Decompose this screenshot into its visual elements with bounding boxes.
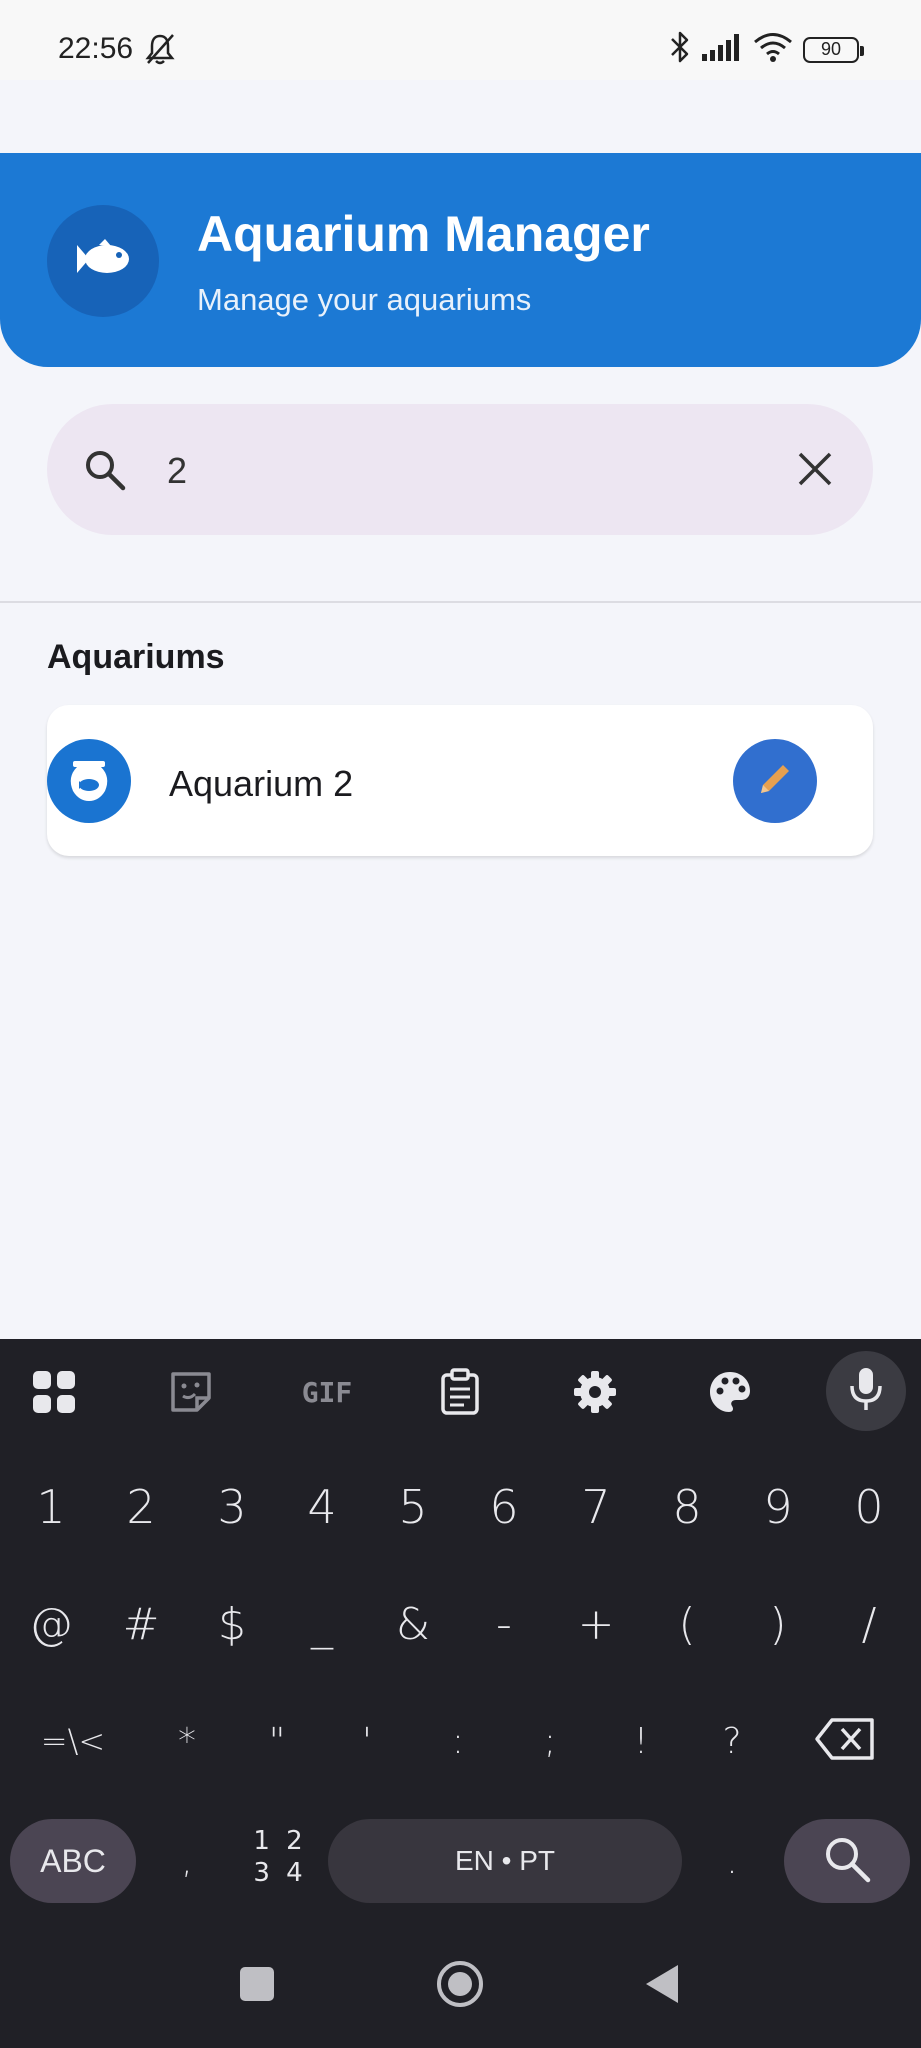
keyboard-row-bottom: ABC , 1 2 3 4 EN • PT . xyxy=(0,1819,921,1903)
key-single-quote[interactable]: ' xyxy=(322,1689,412,1793)
settings-icon[interactable] xyxy=(567,1364,623,1420)
key-slash[interactable]: / xyxy=(824,1572,914,1676)
numpad-key[interactable]: 1 2 3 4 xyxy=(240,1825,320,1897)
header-avatar xyxy=(47,205,159,317)
key-semicolon[interactable]: ; xyxy=(505,1689,595,1793)
key-minus[interactable]: - xyxy=(459,1572,549,1676)
key-plus[interactable]: + xyxy=(551,1572,641,1676)
divider xyxy=(0,601,921,603)
search-input[interactable]: 2 xyxy=(167,450,187,492)
clipboard-icon[interactable] xyxy=(432,1364,488,1420)
bell-off-icon xyxy=(145,33,175,70)
edit-button[interactable] xyxy=(733,739,817,823)
mic-button[interactable] xyxy=(826,1351,906,1431)
key-paren-open[interactable]: ( xyxy=(642,1572,732,1676)
back-icon[interactable] xyxy=(644,1963,680,2005)
key-9[interactable]: 9 xyxy=(733,1455,823,1559)
apps-icon[interactable] xyxy=(26,1364,82,1420)
status-bar: 22:56 90 xyxy=(0,0,921,80)
app-header: Aquarium Manager Manage your aquariums xyxy=(0,153,921,367)
battery-level: 90 xyxy=(820,39,842,59)
key-2[interactable]: 2 xyxy=(96,1455,186,1559)
key-asterisk[interactable]: * xyxy=(142,1689,232,1793)
key-underscore[interactable]: _ xyxy=(277,1572,367,1676)
numpad-key-bottom: 3 4 xyxy=(253,1858,307,1888)
page-title: Aquarium Manager xyxy=(197,206,650,262)
nav-bar xyxy=(0,1939,921,2048)
fish-icon xyxy=(73,237,133,286)
numpad-key-top: 1 2 xyxy=(253,1826,307,1856)
key-8[interactable]: 8 xyxy=(642,1455,732,1559)
key-6[interactable]: 6 xyxy=(459,1455,549,1559)
key-1[interactable]: 1 xyxy=(6,1455,96,1559)
home-icon[interactable] xyxy=(436,1960,484,2008)
key-colon[interactable]: : xyxy=(413,1689,503,1793)
search-bar[interactable]: 2 xyxy=(47,404,873,535)
gif-label: GIF xyxy=(301,1375,353,1409)
key-ampersand[interactable]: & xyxy=(368,1572,458,1676)
key-paren-close[interactable]: ) xyxy=(733,1572,823,1676)
sticker-icon[interactable] xyxy=(163,1364,219,1420)
keyboard-toolbar: GIF xyxy=(0,1339,921,1443)
keyboard-row-symbols-1: @ # $ _ & - + ( ) / xyxy=(0,1572,921,1676)
page-subtitle: Manage your aquariums xyxy=(197,282,532,317)
wifi-icon xyxy=(753,31,793,68)
list-item-label: Aquarium 2 xyxy=(169,763,354,804)
key-7[interactable]: 7 xyxy=(551,1455,641,1559)
backspace-icon xyxy=(814,1717,876,1765)
battery-icon: 90 xyxy=(803,36,864,63)
key-dollar[interactable]: $ xyxy=(187,1572,277,1676)
key-double-quote[interactable]: " xyxy=(232,1689,322,1793)
key-hash[interactable]: # xyxy=(96,1572,186,1676)
key-more-symbols[interactable]: =\< xyxy=(28,1689,118,1793)
key-5[interactable]: 5 xyxy=(368,1455,458,1559)
space-key[interactable]: EN • PT xyxy=(328,1819,682,1903)
search-key[interactable] xyxy=(784,1819,910,1903)
key-at[interactable]: @ xyxy=(6,1572,96,1676)
key-4[interactable]: 4 xyxy=(277,1455,367,1559)
abc-key[interactable]: ABC xyxy=(10,1819,136,1903)
search-icon xyxy=(821,1833,873,1890)
section-title: Aquariums xyxy=(47,638,225,676)
mic-icon xyxy=(848,1366,884,1417)
gif-icon[interactable]: GIF xyxy=(297,1364,357,1420)
status-time: 22:56 xyxy=(58,32,134,65)
palette-icon[interactable] xyxy=(702,1364,758,1420)
backspace-key[interactable] xyxy=(800,1689,890,1793)
keyboard-row-numbers: 1 2 3 4 5 6 7 8 9 0 xyxy=(0,1455,921,1559)
close-icon[interactable] xyxy=(797,451,833,492)
list-item[interactable]: Aquarium 2 xyxy=(47,705,873,856)
key-3[interactable]: 3 xyxy=(187,1455,277,1559)
recents-icon[interactable] xyxy=(240,1967,274,2001)
bluetooth-icon xyxy=(669,30,691,69)
keyboard: GIF 1 2 3 4 5 6 7 8 9 0 @ # $ _ & - + (… xyxy=(0,1339,921,2048)
search-icon xyxy=(83,448,127,497)
fishbowl-icon xyxy=(47,739,131,823)
key-0[interactable]: 0 xyxy=(824,1455,914,1559)
keyboard-row-symbols-2: =\< * " ' : ; ! ? xyxy=(0,1689,921,1793)
key-question[interactable]: ? xyxy=(687,1689,777,1793)
key-comma[interactable]: , xyxy=(142,1809,232,1913)
signal-icon xyxy=(701,32,743,67)
pencil-icon xyxy=(755,759,795,804)
key-period[interactable]: . xyxy=(687,1809,777,1913)
key-exclamation[interactable]: ! xyxy=(596,1689,686,1793)
